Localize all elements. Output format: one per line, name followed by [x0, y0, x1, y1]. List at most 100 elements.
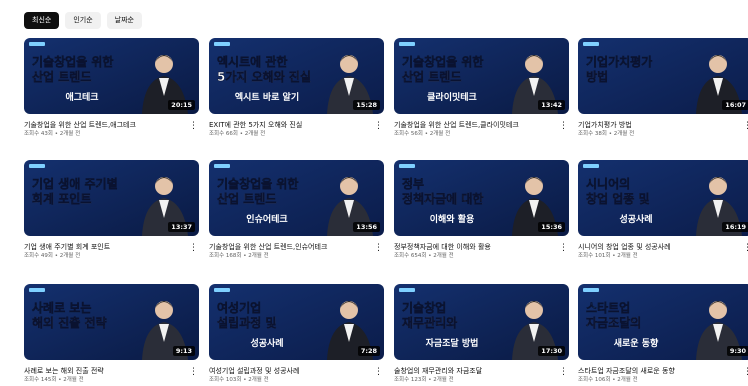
presenter-head: [340, 301, 358, 319]
thumbnail-subtitle: 클라이밋테크: [427, 91, 477, 103]
more-options-icon[interactable]: ⋮: [743, 120, 748, 132]
video-thumbnail[interactable]: 사례로 보는 해외 진출 전략 9:13: [24, 284, 199, 360]
more-options-icon[interactable]: ⋮: [743, 242, 748, 254]
more-options-icon[interactable]: ⋮: [374, 366, 383, 378]
video-thumbnail[interactable]: 기업 생애 주기별 회계 포인트 13:37: [24, 160, 199, 236]
more-options-icon[interactable]: ⋮: [559, 120, 568, 132]
more-options-icon[interactable]: ⋮: [189, 366, 198, 378]
video-thumbnail[interactable]: 스타트업 자금조달의 새로운 동향 9:30: [578, 284, 748, 360]
video-title[interactable]: 술창업의 재무관리와 자금조달: [394, 367, 556, 376]
video-meta: 조회수 168회 • 2개월 전: [209, 253, 269, 259]
presenter-head: [155, 177, 173, 195]
more-options-icon[interactable]: ⋮: [374, 120, 383, 132]
thumbnail-headline: 기술창업을 위한: [217, 176, 298, 191]
presenter-head: [155, 55, 173, 73]
video-thumbnail[interactable]: 기술창업을 위한 산업 트렌드 애그테크 20:15: [24, 38, 199, 114]
thumbnail-headline: 스타트업: [586, 300, 630, 315]
video-title[interactable]: 기술창업을 위한 산업 트렌드,인슈어테크: [209, 243, 371, 252]
video-title[interactable]: 기업가치평가 방법: [578, 121, 740, 130]
video-card[interactable]: 시니어의 창업 업종 및 성공사례 16:19 시니어의 창업 업종 및 성공사례 조회수…: [578, 160, 748, 260]
presenter-head: [525, 301, 543, 319]
video-thumbnail[interactable]: 정부 정책자금에 대한 이해와 활용 15:36: [394, 160, 569, 236]
video-card[interactable]: 정부 정책자금에 대한 이해와 활용 15:36 정부정책자금에 대한 이해와 활용 조회…: [394, 160, 569, 260]
video-title[interactable]: 정부정책자금에 대한 이해와 활용: [394, 243, 556, 252]
video-meta: 조회수 106회 • 2개월 전: [578, 377, 638, 383]
channel-logo-icon: [399, 288, 415, 292]
thumbnail-headline: 방법: [586, 69, 608, 84]
video-thumbnail[interactable]: 기술창업 재무관리와 자금조달 방법 17:30: [394, 284, 569, 360]
video-card[interactable]: 사례로 보는 해외 진출 전략 9:13 사례로 보는 해외 진출 전략 조회수 145…: [24, 284, 199, 384]
video-thumbnail[interactable]: 기술창업을 위한 산업 트렌드 인슈어테크 13:56: [209, 160, 384, 236]
presenter-head: [709, 177, 727, 195]
thumbnail-headline: 산업 트렌드: [402, 69, 461, 84]
duration-badge: 7:28: [357, 346, 380, 356]
video-title[interactable]: 사례로 보는 해외 진출 전략: [24, 367, 186, 376]
video-thumbnail[interactable]: 기술창업을 위한 산업 트렌드클라이밋테크 13:42: [394, 38, 569, 114]
more-options-icon[interactable]: ⋮: [374, 242, 383, 254]
video-card[interactable]: 엑시트에 관한 5가지 오해와 진실 엑시트 바로 알기 15:28 EXIT에 관한 …: [209, 38, 384, 138]
thumbnail-subtitle: 엑시트 바로 알기: [235, 91, 299, 103]
thumbnail-art: 스타트업자금조달의새로운 동향: [578, 284, 748, 360]
thumbnail-headline: 해외 진출 전략: [32, 315, 107, 330]
thumbnail-headline: 기업가치평가: [586, 54, 652, 69]
filter-chips: 최신순 인기순 날짜순: [24, 12, 142, 29]
video-card[interactable]: 기술창업을 위한 산업 트렌드 인슈어테크 13:56 기술창업을 위한 산업 트렌드,…: [209, 160, 384, 260]
video-title[interactable]: 기업 생애 주기별 회계 포인트: [24, 243, 186, 252]
video-thumbnail[interactable]: 기업가치평가 방법 16:07: [578, 38, 748, 114]
duration-badge: 9:30: [726, 346, 748, 356]
duration-badge: 13:42: [538, 100, 565, 110]
video-meta: 조회수 103회 • 2개월 전: [209, 377, 269, 383]
presenter-head: [709, 55, 727, 73]
duration-badge: 16:19: [722, 222, 748, 232]
video-card[interactable]: 기술창업을 위한 산업 트렌드클라이밋테크 13:42 기술창업을 위한 산업 트렌드…: [394, 38, 569, 138]
thumbnail-subtitle: 애그테크: [65, 91, 98, 103]
video-meta: 조회수 66회 • 2개월 전: [209, 131, 266, 137]
duration-badge: 15:28: [353, 100, 380, 110]
thumbnail-headline: 자금조달의: [586, 315, 641, 330]
video-meta: 조회수 43회 • 2개월 전: [24, 131, 81, 137]
video-card[interactable]: 기업가치평가 방법 16:07 기업가치평가 방법 조회수 38회 • 2개월 전 ⋮: [578, 38, 748, 138]
video-card[interactable]: 스타트업 자금조달의 새로운 동향 9:30 스타트업 자금조달의 새로운 동향 조회수 …: [578, 284, 748, 384]
channel-logo-icon: [214, 42, 230, 46]
video-title[interactable]: EXIT에 관한 5가지 오해와 진실: [209, 121, 371, 130]
presenter-head: [155, 301, 173, 319]
thumbnail-headline: 회계 포인트: [32, 191, 91, 206]
video-card[interactable]: 기업 생애 주기별 회계 포인트 13:37 기업 생애 주기별 회계 포인트 조회수 …: [24, 160, 199, 260]
video-meta: 조회수 49회 • 2개월 전: [24, 253, 81, 259]
thumbnail-headline: 엑시트에 관한: [217, 54, 287, 69]
video-meta: 조회수 38회 • 2개월 전: [578, 131, 635, 137]
video-title[interactable]: 시니어의 창업 업종 및 성공사례: [578, 243, 740, 252]
channel-logo-icon: [214, 288, 230, 292]
video-title[interactable]: 기술창업을 위한 산업 트렌드,클라이밋테크: [394, 121, 556, 130]
filter-chip-2[interactable]: 날짜순: [106, 12, 142, 29]
more-options-icon[interactable]: ⋮: [189, 242, 198, 254]
video-title[interactable]: 스타트업 자금조달의 새로운 동향: [578, 367, 740, 376]
thumbnail-headline: 설립과정 및: [217, 315, 276, 330]
channel-logo-icon: [583, 42, 599, 46]
video-card[interactable]: 기술창업 재무관리와 자금조달 방법 17:30 술창업의 재무관리와 자금조달 조회수 …: [394, 284, 569, 384]
filter-chip-0[interactable]: 최신순: [24, 12, 60, 29]
video-thumbnail[interactable]: 시니어의 창업 업종 및 성공사례 16:19: [578, 160, 748, 236]
thumbnail-headline: 기술창업을 위한: [402, 54, 483, 69]
video-thumbnail[interactable]: 여성기업 설립과정 및 성공사례 7:28: [209, 284, 384, 360]
video-thumbnail[interactable]: 엑시트에 관한 5가지 오해와 진실 엑시트 바로 알기 15:28: [209, 38, 384, 114]
thumbnail-headline: 기술창업: [402, 300, 446, 315]
more-options-icon[interactable]: ⋮: [559, 366, 568, 378]
filter-chip-1[interactable]: 인기순: [65, 12, 101, 29]
thumbnail-subtitle: 자금조달 방법: [426, 337, 479, 349]
more-options-icon[interactable]: ⋮: [189, 120, 198, 132]
video-card[interactable]: 기술창업을 위한 산업 트렌드 애그테크 20:15 기술창업을 위한 산업 트렌드,애…: [24, 38, 199, 138]
video-title[interactable]: 여성기업 설립과정 및 성공사례: [209, 367, 371, 376]
video-card[interactable]: 여성기업 설립과정 및 성공사례 7:28 여성기업 설립과정 및 성공사례 조회수 10…: [209, 284, 384, 384]
thumbnail-headline: 기술창업을 위한: [32, 54, 113, 69]
channel-logo-icon: [583, 288, 599, 292]
channel-logo-icon: [399, 42, 415, 46]
thumbnail-headline: 정부: [402, 176, 424, 191]
video-title[interactable]: 기술창업을 위한 산업 트렌드,애그테크: [24, 121, 186, 130]
presenter-head: [340, 55, 358, 73]
thumbnail-headline: 정책자금에 대한: [402, 191, 483, 206]
video-meta: 조회수 145회 • 2개월 전: [24, 377, 84, 383]
more-options-icon[interactable]: ⋮: [559, 242, 568, 254]
more-options-icon[interactable]: ⋮: [743, 366, 748, 378]
thumbnail-headline: 산업 트렌드: [217, 191, 276, 206]
